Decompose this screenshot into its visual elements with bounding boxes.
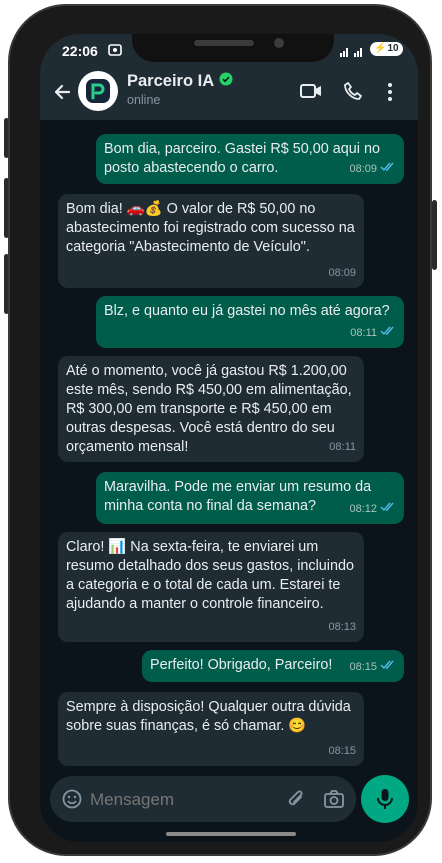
message-meta: 08:15 xyxy=(349,658,396,677)
battery-icon: ⚡ 10 xyxy=(370,42,403,56)
message-text: Perfeito! Obrigado, Parceiro! xyxy=(150,657,333,673)
microphone-icon xyxy=(377,789,393,809)
status-time: 22:06 xyxy=(62,43,98,59)
message-bubble-incoming[interactable]: Até o momento, você já gastou R$ 1.200,0… xyxy=(58,356,364,462)
phone-frame: 22:06 ⚡ 10 Parceiro IA online Bom dia, p… xyxy=(8,4,432,856)
message-meta: 08:09 xyxy=(328,264,356,283)
parceiro-logo-icon xyxy=(86,79,110,103)
power-button[interactable] xyxy=(432,200,437,270)
video-call-icon[interactable] xyxy=(300,83,322,104)
camera-icon[interactable] xyxy=(323,789,345,814)
emoji-icon[interactable] xyxy=(62,789,82,814)
contact-info[interactable]: Parceiro IA online xyxy=(127,72,233,107)
signal-icon xyxy=(340,44,366,60)
more-options-icon[interactable] xyxy=(387,82,393,107)
message-meta: 08:11 xyxy=(350,324,396,343)
attach-icon[interactable] xyxy=(286,788,306,815)
screen: 22:06 ⚡ 10 Parceiro IA online Bom dia, p… xyxy=(40,34,418,842)
voice-call-icon[interactable] xyxy=(343,81,363,106)
voice-message-button[interactable] xyxy=(361,775,409,823)
contact-name: Parceiro IA xyxy=(127,72,215,90)
battery-level: 10 xyxy=(387,43,399,54)
read-ticks-icon xyxy=(380,160,396,179)
message-bubble-outgoing[interactable]: Perfeito! Obrigado, Parceiro! 08:15 xyxy=(142,650,404,682)
message-meta: 08:09 xyxy=(349,160,396,179)
chat-header: Parceiro IA online xyxy=(40,66,418,120)
screen-record-icon xyxy=(108,43,122,60)
message-time: 08:15 xyxy=(349,661,377,673)
message-time: 08:13 xyxy=(328,621,356,633)
message-bubble-outgoing[interactable]: Maravilha. Pode me enviar um resumo da m… xyxy=(96,472,404,524)
message-input[interactable] xyxy=(88,787,272,813)
message-time: 08:11 xyxy=(329,441,356,453)
message-bubble-incoming[interactable]: Claro! 📊 Na sexta-feira, te enviarei um … xyxy=(58,532,364,642)
front-camera xyxy=(274,38,284,48)
read-ticks-icon xyxy=(380,658,396,677)
message-time: 08:15 xyxy=(328,745,356,757)
message-text: Bom dia! 🚗💰 O valor de R$ 50,00 no abast… xyxy=(66,201,355,255)
message-time: 08:12 xyxy=(349,503,377,515)
message-text: Claro! 📊 Na sexta-feira, te enviarei um … xyxy=(66,539,354,612)
read-ticks-icon xyxy=(380,500,396,519)
camera-notch xyxy=(132,34,334,62)
message-text: Bom dia, parceiro. Gastei R$ 50,00 aqui … xyxy=(104,141,380,176)
read-ticks-icon xyxy=(380,324,396,343)
message-text: Até o momento, você já gastou R$ 1.200,0… xyxy=(66,363,352,455)
message-bubble-outgoing[interactable]: Blz, e quanto eu já gastei no mês até ag… xyxy=(96,296,404,348)
verified-badge-icon xyxy=(219,72,233,91)
chat-area[interactable]: Bom dia, parceiro. Gastei R$ 50,00 aqui … xyxy=(40,120,418,772)
message-text: Maravilha. Pode me enviar um resumo da m… xyxy=(104,479,372,514)
message-time: 08:09 xyxy=(349,163,377,175)
message-meta: 08:11 xyxy=(329,438,356,457)
home-indicator[interactable] xyxy=(166,832,296,836)
message-bubble-outgoing[interactable]: Bom dia, parceiro. Gastei R$ 50,00 aqui … xyxy=(96,134,404,184)
message-meta: 08:13 xyxy=(328,618,356,637)
message-text: Sempre à disposição! Qualquer outra dúvi… xyxy=(66,699,351,734)
contact-avatar[interactable] xyxy=(78,71,118,111)
message-meta: 08:12 xyxy=(349,500,396,519)
message-text: Blz, e quanto eu já gastei no mês até ag… xyxy=(104,303,390,319)
battery-bolt-icon: ⚡ xyxy=(374,43,387,54)
contact-status: online xyxy=(127,93,161,107)
speaker-grille xyxy=(194,40,254,46)
message-input-field[interactable] xyxy=(50,776,356,822)
message-time: 08:11 xyxy=(350,327,377,339)
message-meta: 08:15 xyxy=(328,742,356,761)
message-time: 08:09 xyxy=(328,267,356,279)
back-arrow-icon[interactable] xyxy=(52,82,72,107)
message-bubble-incoming[interactable]: Sempre à disposição! Qualquer outra dúvi… xyxy=(58,692,364,766)
message-bubble-incoming[interactable]: Bom dia! 🚗💰 O valor de R$ 50,00 no abast… xyxy=(58,194,364,288)
status-bar: 22:06 ⚡ 10 xyxy=(40,34,418,66)
